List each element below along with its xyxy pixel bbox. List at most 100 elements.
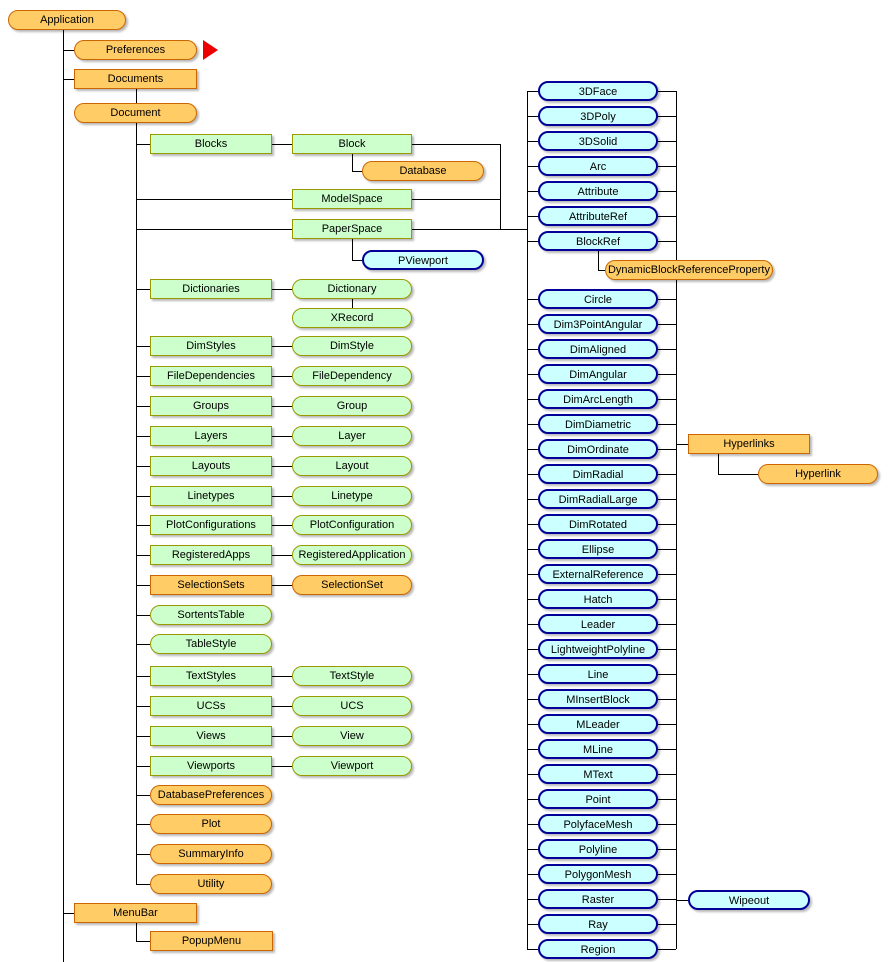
node-dim-styles[interactable]: DimStyles	[150, 336, 272, 356]
node-dim-rotated[interactable]: DimRotated	[538, 514, 658, 534]
node-layers[interactable]: Layers	[150, 426, 272, 446]
node-group[interactable]: Group	[292, 396, 412, 416]
node-viewports[interactable]: Viewports	[150, 756, 272, 776]
node-groups[interactable]: Groups	[150, 396, 272, 416]
node-plot-configurations[interactable]: PlotConfigurations	[150, 515, 272, 535]
node-ucss[interactable]: UCSs	[150, 696, 272, 716]
node-dim-angular[interactable]: DimAngular	[538, 364, 658, 384]
node-selection-set[interactable]: SelectionSet	[292, 575, 412, 595]
node-circle[interactable]: Circle	[538, 289, 658, 309]
connector-line	[527, 499, 538, 500]
node-dim-arc-length[interactable]: DimArcLength	[538, 389, 658, 409]
node-point[interactable]: Point	[538, 789, 658, 809]
node-dim-radial[interactable]: DimRadial	[538, 464, 658, 484]
node-database[interactable]: Database	[362, 161, 484, 181]
node-hyperlinks[interactable]: Hyperlinks	[688, 434, 810, 454]
node-wipeout[interactable]: Wipeout	[688, 890, 810, 910]
node-dynamic-block-reference-property[interactable]: DynamicBlockReferenceProperty	[605, 260, 773, 280]
node-menu-bar[interactable]: MenuBar	[74, 903, 197, 923]
node-hyperlink[interactable]: Hyperlink	[758, 464, 878, 484]
connector-line	[527, 424, 538, 425]
node-3-dface[interactable]: 3DFace	[538, 81, 658, 101]
node-block-ref[interactable]: BlockRef	[538, 231, 658, 251]
node-line[interactable]: Line	[538, 664, 658, 684]
node-xrecord[interactable]: XRecord	[292, 308, 412, 328]
connector-line	[136, 766, 150, 767]
node-popup-menu[interactable]: PopupMenu	[150, 931, 273, 951]
connector-line	[658, 774, 676, 775]
node-mtext[interactable]: MText	[538, 764, 658, 784]
node-sortents-table[interactable]: SortentsTable	[150, 605, 272, 625]
node-pviewport[interactable]: PViewport	[362, 250, 484, 270]
node-mline[interactable]: MLine	[538, 739, 658, 759]
node-dictionary[interactable]: Dictionary	[292, 279, 412, 299]
node-application[interactable]: Application	[8, 10, 126, 30]
node-registered-apps[interactable]: RegisteredApps	[150, 545, 272, 565]
connector-line	[272, 144, 292, 145]
node-attribute[interactable]: Attribute	[538, 181, 658, 201]
node-selection-sets[interactable]: SelectionSets	[150, 575, 272, 595]
node-mleader[interactable]: MLeader	[538, 714, 658, 734]
node-dim-diametric[interactable]: DimDiametric	[538, 414, 658, 434]
node-table-style[interactable]: TableStyle	[150, 634, 272, 654]
node-summary-info[interactable]: SummaryInfo	[150, 844, 272, 864]
node-external-reference[interactable]: ExternalReference	[538, 564, 658, 584]
node-block[interactable]: Block	[292, 134, 412, 154]
node-model-space[interactable]: ModelSpace	[292, 189, 412, 209]
node-raster[interactable]: Raster	[538, 889, 658, 909]
node-dim-aligned[interactable]: DimAligned	[538, 339, 658, 359]
connector-line	[527, 949, 538, 950]
node-layouts[interactable]: Layouts	[150, 456, 272, 476]
node-paper-space[interactable]: PaperSpace	[292, 219, 412, 239]
connector-line	[658, 824, 676, 825]
node-attribute-ref[interactable]: AttributeRef	[538, 206, 658, 226]
node-minsert-block[interactable]: MInsertBlock	[538, 689, 658, 709]
node-file-dependencies[interactable]: FileDependencies	[150, 366, 272, 386]
connector-line	[527, 474, 538, 475]
node-text-styles[interactable]: TextStyles	[150, 666, 272, 686]
node-file-dependency[interactable]: FileDependency	[292, 366, 412, 386]
connector-line	[527, 241, 538, 242]
node-3-dsolid[interactable]: 3DSolid	[538, 131, 658, 151]
node-document[interactable]: Document	[74, 103, 197, 123]
node-database-preferences[interactable]: DatabasePreferences	[150, 785, 272, 805]
node-lightweight-polyline[interactable]: LightweightPolyline	[538, 639, 658, 659]
node-dim-style[interactable]: DimStyle	[292, 336, 412, 356]
node-dim-ordinate[interactable]: DimOrdinate	[538, 439, 658, 459]
node-polygon-mesh[interactable]: PolygonMesh	[538, 864, 658, 884]
node-ucs[interactable]: UCS	[292, 696, 412, 716]
node-linetypes[interactable]: Linetypes	[150, 486, 272, 506]
node-ellipse[interactable]: Ellipse	[538, 539, 658, 559]
node-plot-configuration[interactable]: PlotConfiguration	[292, 515, 412, 535]
node-layer[interactable]: Layer	[292, 426, 412, 446]
node-dim-radial-large[interactable]: DimRadialLarge	[538, 489, 658, 509]
node-3-dpoly[interactable]: 3DPoly	[538, 106, 658, 126]
node-polyface-mesh[interactable]: PolyfaceMesh	[538, 814, 658, 834]
node-blocks[interactable]: Blocks	[150, 134, 272, 154]
node-preferences[interactable]: Preferences	[74, 40, 197, 60]
node-views[interactable]: Views	[150, 726, 272, 746]
node-arc[interactable]: Arc	[538, 156, 658, 176]
node-region[interactable]: Region	[538, 939, 658, 959]
node-text-style[interactable]: TextStyle	[292, 666, 412, 686]
node-view[interactable]: View	[292, 726, 412, 746]
connector-line	[63, 30, 64, 962]
node-registered-application[interactable]: RegisteredApplication	[292, 545, 412, 565]
node-utility[interactable]: Utility	[150, 874, 272, 894]
node-dim3-point-angular[interactable]: Dim3PointAngular	[538, 314, 658, 334]
connector-line	[272, 585, 292, 586]
node-leader[interactable]: Leader	[538, 614, 658, 634]
connector-line	[658, 91, 676, 92]
node-viewport[interactable]: Viewport	[292, 756, 412, 776]
node-hatch[interactable]: Hatch	[538, 589, 658, 609]
connector-line	[527, 299, 538, 300]
node-linetype[interactable]: Linetype	[292, 486, 412, 506]
node-plot[interactable]: Plot	[150, 814, 272, 834]
connector-line	[527, 599, 538, 600]
node-documents[interactable]: Documents	[74, 69, 197, 89]
connector-line	[527, 624, 538, 625]
node-polyline[interactable]: Polyline	[538, 839, 658, 859]
node-ray[interactable]: Ray	[538, 914, 658, 934]
node-layout[interactable]: Layout	[292, 456, 412, 476]
node-dictionaries[interactable]: Dictionaries	[150, 279, 272, 299]
